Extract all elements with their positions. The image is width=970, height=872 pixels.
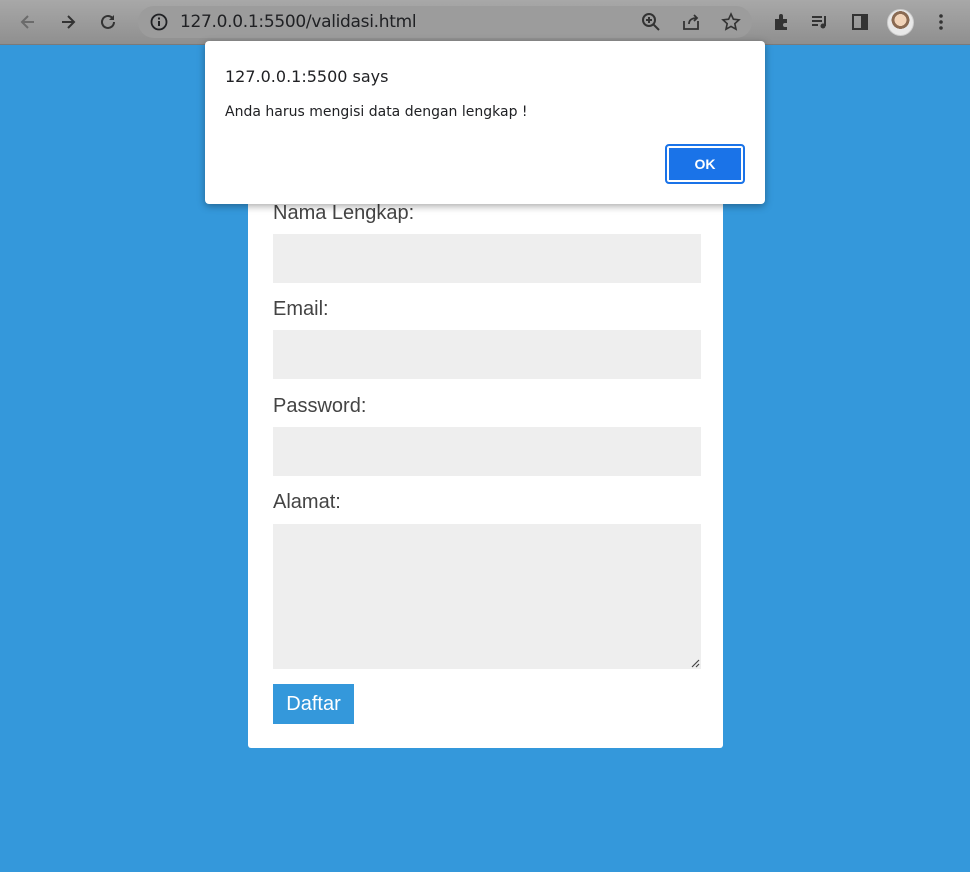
url-text[interactable]: 127.0.0.1:5500/validasi.html: [180, 12, 417, 32]
name-label: Nama Lengkap:: [273, 202, 415, 224]
media-icon[interactable]: [806, 8, 834, 36]
address-textarea[interactable]: [273, 524, 701, 669]
side-panel-icon[interactable]: [846, 8, 874, 36]
menu-icon[interactable]: [927, 8, 955, 36]
email-label: Email:: [273, 298, 329, 320]
forward-icon[interactable]: [54, 8, 82, 36]
extensions-icon[interactable]: [767, 8, 795, 36]
dialog-title: 127.0.0.1:5500 says: [225, 67, 389, 86]
email-field[interactable]: [273, 330, 701, 379]
back-icon[interactable]: [14, 8, 42, 36]
name-field[interactable]: [273, 234, 701, 283]
info-icon[interactable]: [150, 13, 168, 31]
resize-grip-icon[interactable]: [690, 658, 700, 668]
alert-dialog: 127.0.0.1:5500 says Anda harus mengisi d…: [205, 41, 765, 204]
password-label: Password:: [273, 395, 367, 417]
address-label: Alamat:: [273, 491, 341, 513]
password-field[interactable]: [273, 427, 701, 476]
dialog-message: Anda harus mengisi data dengan lengkap !: [225, 104, 528, 120]
reload-icon[interactable]: [94, 8, 122, 36]
profile-avatar[interactable]: [887, 9, 914, 36]
browser-toolbar: 127.0.0.1:5500/validasi.html: [0, 0, 970, 45]
submit-button[interactable]: Daftar: [273, 684, 354, 724]
bookmark-star-icon[interactable]: [717, 8, 745, 36]
ok-button[interactable]: OK: [665, 144, 745, 184]
share-icon[interactable]: [677, 8, 705, 36]
zoom-icon[interactable]: [637, 8, 665, 36]
form-card: Nama Lengkap: Email: Password: Alamat: D…: [248, 170, 723, 748]
